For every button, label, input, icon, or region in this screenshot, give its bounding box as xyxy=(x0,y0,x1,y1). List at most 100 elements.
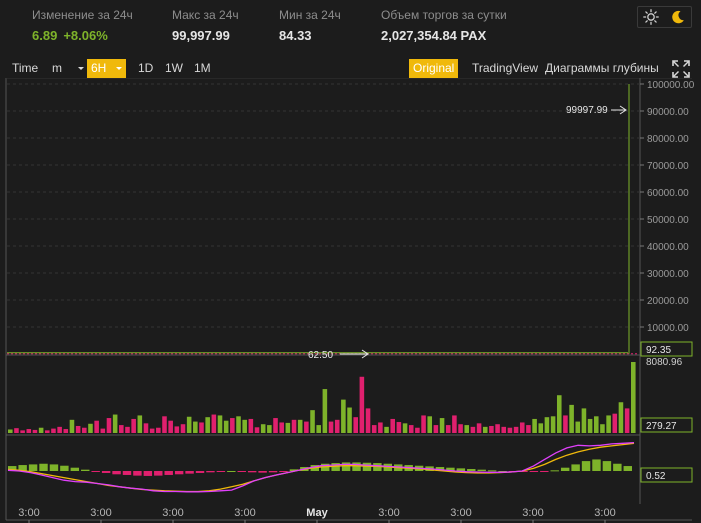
macd-histogram-bar xyxy=(101,471,111,473)
volume-bar xyxy=(168,420,173,433)
volume-bar xyxy=(445,425,451,433)
view-original-button[interactable]: Original xyxy=(409,59,459,78)
price-tick-label: 100000.00 xyxy=(647,80,695,91)
chart-toolbar: Time m 6H 1D 1W 1M Original TradingView … xyxy=(4,58,697,80)
volume-bar xyxy=(211,414,217,433)
price-chart[interactable]: 100000.00 90000.00 80000.00 70000.00 60000.0… xyxy=(0,78,701,523)
macd-histogram-bar xyxy=(362,462,372,471)
volume-bar xyxy=(470,426,476,433)
volume-bar xyxy=(526,425,531,433)
volume-max-label: 8080.96 xyxy=(646,357,683,368)
macd-histogram-bar xyxy=(70,467,80,471)
volume-bar xyxy=(51,428,56,433)
sun-icon[interactable] xyxy=(638,7,665,27)
volume-bar xyxy=(408,425,414,433)
macd-histogram-bar xyxy=(112,471,121,475)
interval-1m-button[interactable]: 1M xyxy=(190,59,215,78)
price-tick-label: 40000.00 xyxy=(647,242,689,253)
volume-bar xyxy=(69,419,75,433)
volume-bar xyxy=(538,423,544,433)
volume-bar xyxy=(63,429,69,433)
min-price-label: 62.50 xyxy=(308,350,333,361)
stat-volume-24h: Объем торгов за сутки 2,027,354.84 PAX xyxy=(381,8,507,43)
volume-current-box: 279.27 xyxy=(640,417,693,433)
time-tick-label: 3:00 xyxy=(18,507,39,519)
volume-bar xyxy=(106,418,112,433)
volume-bar xyxy=(254,427,260,433)
macd-histogram-bar xyxy=(237,471,246,472)
volume-bar xyxy=(365,408,371,433)
macd-histogram-bar xyxy=(550,470,559,472)
stat-value: 84.33 xyxy=(279,28,312,43)
volume-bar xyxy=(618,402,624,433)
volume-bar xyxy=(550,416,556,433)
volume-bar xyxy=(75,425,81,433)
macd-histogram-bar xyxy=(227,471,236,472)
stat-label: Макс за 24ч xyxy=(172,8,239,22)
volume-bar xyxy=(45,430,50,433)
volume-bar xyxy=(353,417,358,433)
volume-bar xyxy=(476,423,482,433)
macd-histogram-bar xyxy=(352,462,361,471)
volume-bar xyxy=(384,426,389,433)
stat-low-24h: Мин за 24ч 84.33 xyxy=(279,8,341,43)
volume-bar xyxy=(125,426,130,433)
interval-1w-button[interactable]: 1W xyxy=(161,59,187,78)
view-tradingview-button[interactable]: TradingView xyxy=(468,59,542,78)
macd-histogram-bar xyxy=(279,471,288,472)
volume-bar xyxy=(162,416,167,433)
volume-bar xyxy=(482,426,488,433)
volume-bar xyxy=(347,407,352,433)
volume-bar xyxy=(544,417,550,433)
volume-bar xyxy=(310,410,315,433)
volume-bar xyxy=(341,399,346,433)
volume-bar xyxy=(248,418,254,433)
stat-value: 99,997.99 xyxy=(172,28,230,43)
view-depth-chart-button[interactable]: Диаграммы глубины xyxy=(541,59,663,78)
volume-bar xyxy=(82,427,87,433)
volume-bar xyxy=(242,419,247,433)
volume-bar xyxy=(112,414,118,433)
minute-interval-select[interactable]: m xyxy=(48,59,88,78)
volume-bar xyxy=(279,422,284,433)
volume-bar xyxy=(193,421,198,433)
volume-bar xyxy=(174,426,180,433)
volume-bar xyxy=(94,420,99,433)
volume-bar xyxy=(532,418,537,433)
volume-bar xyxy=(575,421,581,433)
stat-change-24h: Изменение за 24ч 6.89 +8.06% xyxy=(32,8,133,43)
interval-1d-button[interactable]: 1D xyxy=(134,59,157,78)
macd-histogram-bar xyxy=(341,462,351,471)
volume-bar xyxy=(223,420,229,433)
volume-bar xyxy=(119,425,124,433)
macd-histogram-bar xyxy=(258,471,267,473)
theme-toggle[interactable] xyxy=(637,6,692,28)
stat-value: 2,027,354.84 PAX xyxy=(381,28,487,43)
price-tick-label: 20000.00 xyxy=(647,296,689,307)
volume-bar xyxy=(612,413,618,433)
price-tick-label: 80000.00 xyxy=(647,134,689,145)
price-tick-label: 60000.00 xyxy=(647,188,689,199)
macd-histogram-bar xyxy=(60,465,69,471)
volume-bar xyxy=(334,419,340,433)
volume-bar xyxy=(359,376,365,433)
expand-icon[interactable] xyxy=(672,60,690,78)
volume-bar xyxy=(230,418,235,433)
stat-value: 6.89 +8.06% xyxy=(32,28,133,43)
moon-icon[interactable] xyxy=(665,7,692,27)
stat-label: Объем торгов за сутки xyxy=(381,8,507,22)
stat-label: Изменение за 24ч xyxy=(32,8,133,22)
macd-current-box: 0.52 xyxy=(640,467,693,483)
hour-interval-select[interactable]: 6H xyxy=(87,59,127,78)
macd-histogram-bar xyxy=(91,471,100,472)
macd-histogram-bar xyxy=(268,471,278,473)
volume-bar xyxy=(624,408,630,433)
time-tick-label: May xyxy=(306,507,328,519)
time-tick-label: 3:00 xyxy=(162,507,183,519)
volume-bar xyxy=(396,422,402,433)
macd-histogram-bar xyxy=(467,469,476,471)
volume-bar xyxy=(137,415,143,433)
volume-bar xyxy=(304,421,309,433)
price-tick-label: 90000.00 xyxy=(647,107,689,118)
volume-bar xyxy=(458,424,463,433)
